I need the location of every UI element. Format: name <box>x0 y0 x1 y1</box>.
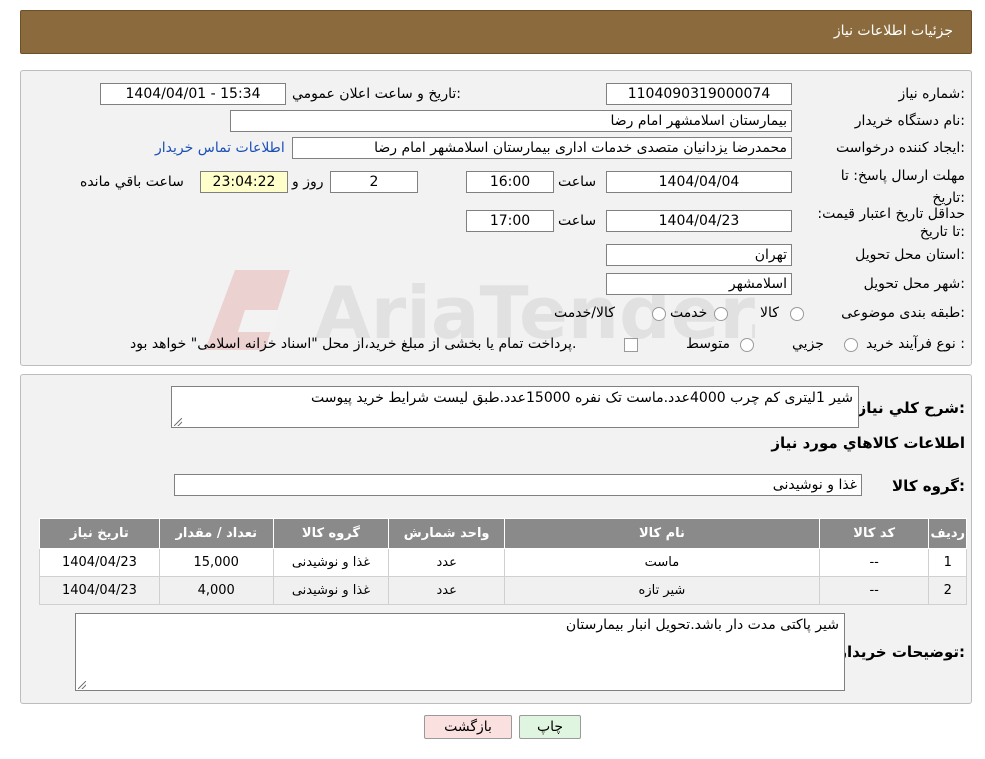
group-label: گروه کالا: <box>892 477 965 495</box>
summary-label: شرح کلي نياز: <box>857 399 965 417</box>
print-button[interactable]: چاپ <box>519 715 581 739</box>
resize-handle-icon[interactable] <box>78 681 86 689</box>
days-label: روز و <box>292 174 324 190</box>
process-label: نوع فرآيند خريد : <box>866 336 965 352</box>
cell-quantity: 4,000 <box>158 576 274 605</box>
category-goods-service-radio[interactable] <box>652 307 666 321</box>
treasury-checkbox[interactable] <box>624 338 638 352</box>
process-minor-radio[interactable] <box>844 338 858 352</box>
group-field: غذا و نوشیدنی <box>174 474 862 496</box>
col-name: نام کالا <box>504 518 820 549</box>
cell-code: -- <box>818 548 930 577</box>
city-field: اسلامشهر <box>606 273 792 295</box>
cell-group: غذا و نوشیدنی <box>272 576 390 605</box>
process-minor-label: جزيي <box>792 336 824 352</box>
requester-label: ايجاد کننده درخواست: <box>836 140 965 156</box>
province-field: تهران <box>606 244 792 266</box>
deadline-label: مهلت ارسال پاسخ: تا تاریخ: <box>840 168 965 206</box>
validity-date-field: 1404/04/23 <box>606 210 792 232</box>
buyer-contact-link[interactable]: اطلاعات تماس خريدار <box>155 140 285 156</box>
deadline-time-field: 16:00 <box>466 171 554 193</box>
process-medium-radio[interactable] <box>740 338 754 352</box>
remaining-time-field: 23:04:22 <box>200 171 288 193</box>
cell-unit: عدد <box>388 576 506 605</box>
category-label: طبقه بندی موضوعی: <box>841 305 965 321</box>
back-button[interactable]: بازگشت <box>424 715 512 739</box>
remaining-label: ساعت باقي مانده <box>80 174 184 190</box>
page-title: جزئیات اطلاعات نیاز <box>833 23 953 39</box>
table-row: 1 -- ماست عدد غذا و نوشیدنی 15,000 1404/… <box>39 548 967 577</box>
summary-field: شیر 1لیتری کم چرب 4000عدد.ماست تک نفره 1… <box>171 386 859 428</box>
category-goods-service-label: کالا/خدمت <box>554 305 615 321</box>
cell-need-date: 1404/04/23 <box>39 576 160 605</box>
deadline-time-label: ساعت <box>558 174 597 190</box>
validity-time-field: 17:00 <box>466 210 554 232</box>
table-row: 2 -- شیر تازه عدد غذا و نوشیدنی 4,000 14… <box>39 576 967 605</box>
cell-name: ماست <box>504 548 820 577</box>
col-need-date: تاریخ نیاز <box>39 518 160 549</box>
cell-row: 2 <box>928 576 967 605</box>
col-unit: واحد شمارش <box>388 518 506 549</box>
cell-need-date: 1404/04/23 <box>39 548 160 577</box>
validity-label: حداقل تاریخ اعتبار قیمت: تا تاریخ: <box>817 206 965 240</box>
province-label: استان محل تحويل: <box>855 247 965 263</box>
days-field: 2 <box>330 171 418 193</box>
page-header: جزئیات اطلاعات نیاز <box>20 10 972 54</box>
table-header-row: رديف کد کالا نام کالا واحد شمارش گروه کا… <box>39 518 967 549</box>
buyer-notes-field: شیر پاکتی مدت دار باشد.تحویل انبار بیمار… <box>75 613 845 691</box>
summary-text: شیر 1لیتری کم چرب 4000عدد.ماست تک نفره 1… <box>311 390 853 406</box>
buyer-notes-text: شیر پاکتی مدت دار باشد.تحویل انبار بیمار… <box>565 617 839 633</box>
buyer-notes-label: توضیحات خريدار: <box>838 643 965 661</box>
need-number-label: شماره نیاز: <box>898 86 965 102</box>
cell-row: 1 <box>928 548 967 577</box>
col-row: رديف <box>928 518 967 549</box>
category-goods-radio[interactable] <box>790 307 804 321</box>
deadline-date-field: 1404/04/04 <box>606 171 792 193</box>
buyer-org-field: بیمارستان اسلامشهر امام رضا <box>230 110 792 132</box>
cell-name: شیر تازه <box>504 576 820 605</box>
category-goods-label: کالا <box>760 305 779 321</box>
cell-quantity: 15,000 <box>158 548 274 577</box>
col-group: گروه کالا <box>272 518 390 549</box>
items-heading: اطلاعات کالاهاي مورد نياز <box>771 434 965 452</box>
cell-unit: عدد <box>388 548 506 577</box>
items-table: رديف کد کالا نام کالا واحد شمارش گروه کا… <box>39 518 967 605</box>
resize-handle-icon[interactable] <box>174 418 182 426</box>
requester-field: محمدرضا یزدانیان متصدی خدمات اداری بیمار… <box>292 137 792 159</box>
treasury-note: پرداخت تمام يا بخشی از مبلغ خريد،از محل … <box>130 336 577 352</box>
validity-time-label: ساعت <box>558 213 597 229</box>
category-service-label: خدمت <box>670 305 708 321</box>
announce-label: تاریخ و ساعت اعلان عمومي: <box>292 86 461 102</box>
col-quantity: تعداد / مقدار <box>158 518 274 549</box>
category-service-radio[interactable] <box>714 307 728 321</box>
cell-code: -- <box>818 576 930 605</box>
buyer-org-label: نام دستگاه خريدار: <box>854 113 965 129</box>
process-medium-label: متوسط <box>686 336 730 352</box>
cell-group: غذا و نوشیدنی <box>272 548 390 577</box>
col-code: کد کالا <box>818 518 930 549</box>
city-label: شهر محل تحويل: <box>863 276 965 292</box>
need-number-field: 1104090319000074 <box>606 83 792 105</box>
announce-field: 1404/04/01 - 15:34 <box>100 83 286 105</box>
